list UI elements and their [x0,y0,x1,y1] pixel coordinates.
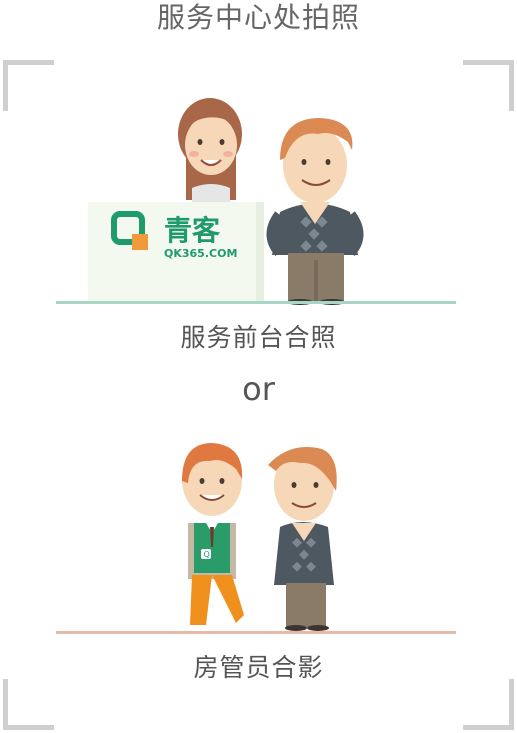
receptionist-icon [178,98,242,220]
tenant-icon [268,447,337,631]
badge-letter: Q [204,550,210,559]
housing-manager-icon: Q [182,443,244,625]
logo-chinese-text: 青客 [164,214,221,247]
logo-domain-text: QK365.COM [164,247,237,260]
tenant-icon [266,118,364,305]
frame-corner-bottom-right [463,679,514,730]
divider-line-2 [56,631,456,634]
frame-corner-bottom-left [3,679,54,730]
option1-caption: 服务前台合照 [180,323,337,352]
option2-caption: 房管员合影 [193,653,324,682]
frame-corner-top-right [463,60,514,111]
divider-line-1 [56,301,456,304]
housing-manager-scene: Q [182,443,337,631]
front-desk-scene: 青客 QK365.COM [88,98,364,305]
frame-corner-top-left [3,60,54,111]
page-title: 服务中心处拍照 [156,1,360,34]
or-separator: or [242,370,275,408]
